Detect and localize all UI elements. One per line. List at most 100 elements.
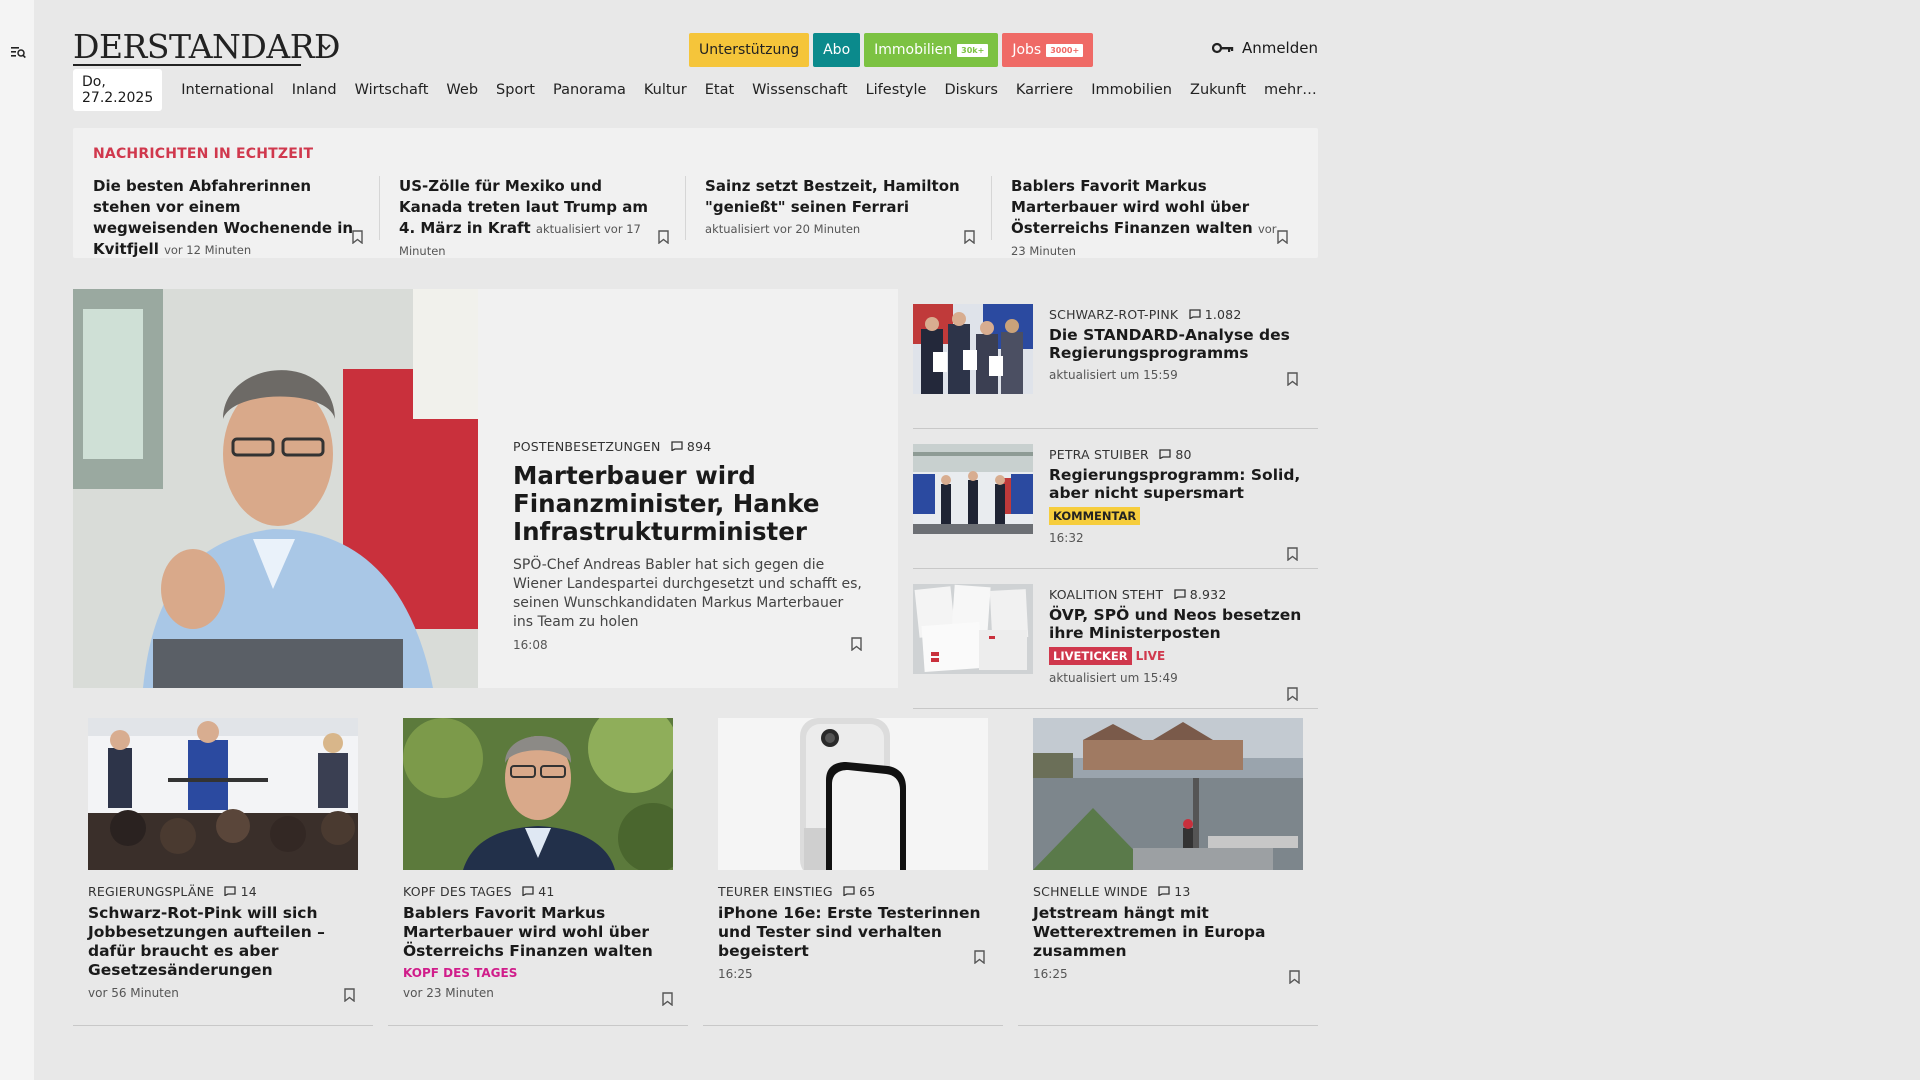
nav-diskurs[interactable]: Diskurs: [944, 82, 997, 98]
nav-panorama[interactable]: Panorama: [553, 82, 626, 98]
article-card-time: 16:25: [718, 967, 753, 981]
side-article-time: aktualisiert um 15:49: [1049, 671, 1178, 685]
comment-icon: [671, 441, 683, 452]
chevron-down-icon[interactable]: [319, 40, 333, 54]
article-card[interactable]: TEURER EINSTIEG 65 iPhone 16e: Erste Tes…: [703, 718, 1003, 1026]
ticker-item[interactable]: Sainz setzt Bestzeit, Hamilton "genießt"…: [705, 176, 993, 244]
article-card-title[interactable]: Bablers Favorit Markus Marterbauer wird …: [403, 904, 673, 961]
side-article-title[interactable]: Regierungsprogramm: Solid, aber nicht su…: [1049, 466, 1314, 502]
side-article-text: KOALITION STEHT 8.932 ÖVP, SPÖ und Neos …: [1049, 587, 1314, 685]
login-button[interactable]: Anmelden: [1211, 39, 1318, 57]
login-label: Anmelden: [1241, 39, 1318, 57]
nav-immobilien[interactable]: Immobilien: [1091, 82, 1172, 98]
article-card[interactable]: SCHNELLE WINDE 13 Jetstream hängt mit We…: [1018, 718, 1318, 1026]
side-article-text: PETRA STUIBER 80 Regierungsprogramm: Sol…: [1049, 447, 1314, 545]
nav-wirtschaft[interactable]: Wirtschaft: [355, 82, 429, 98]
side-article-image[interactable]: [913, 444, 1033, 534]
hero-image[interactable]: [73, 289, 478, 688]
comment-count[interactable]: 8.932: [1173, 587, 1227, 602]
ticker-item-time: vor 12 Minuten: [164, 243, 252, 257]
comment-count[interactable]: 1.082: [1188, 307, 1242, 322]
ticker-item[interactable]: Die besten Abfahrerinnen stehen vor eine…: [93, 176, 381, 258]
nav-inland[interactable]: Inland: [292, 82, 337, 98]
bookmark-icon[interactable]: [964, 230, 975, 244]
comment-icon: [1188, 309, 1201, 320]
comment-count[interactable]: 65: [843, 884, 876, 899]
comment-count[interactable]: 14: [224, 884, 257, 899]
side-article-title[interactable]: Die STANDARD-Analyse des Regierungsprogr…: [1049, 326, 1314, 362]
nav-sport[interactable]: Sport: [496, 82, 535, 98]
current-date: Do, 27.2.2025: [73, 69, 163, 111]
nav-web[interactable]: Web: [446, 82, 478, 98]
bookmark-icon[interactable]: [1277, 230, 1288, 244]
hero-title[interactable]: Marterbauer wird Finanzminister, Hanke I…: [513, 462, 864, 546]
comment-icon: [224, 886, 237, 897]
ticker-item[interactable]: Bablers Favorit Markus Marterbauer wird …: [1011, 176, 1298, 258]
side-article-image[interactable]: [913, 584, 1033, 674]
nav-more[interactable]: mehr…: [1264, 82, 1317, 98]
chip-jobs[interactable]: Jobs 3000+: [1002, 33, 1094, 67]
side-kicker: PETRA STUIBER 80: [1049, 447, 1314, 462]
article-card-title[interactable]: Schwarz-Rot-Pink will sich Jobbesetzunge…: [88, 904, 358, 980]
article-card-image[interactable]: [403, 718, 673, 870]
bookmark-icon[interactable]: [658, 230, 669, 244]
bookmark-icon[interactable]: [352, 230, 363, 244]
bookmark-icon[interactable]: [851, 637, 862, 651]
bookmark-icon[interactable]: [344, 988, 355, 1002]
bookmark-icon[interactable]: [662, 992, 673, 1006]
nav-lifestyle[interactable]: Lifestyle: [866, 82, 927, 98]
ticker-list: Die besten Abfahrerinnen stehen vor eine…: [93, 176, 1298, 258]
chip-unterstuetzung[interactable]: Unterstützung: [689, 33, 810, 67]
side-article[interactable]: KOALITION STEHT 8.932 ÖVP, SPÖ und Neos …: [913, 569, 1318, 709]
bookmark-icon[interactable]: [1287, 547, 1298, 561]
kicker-label: REGIERUNGSPLÄNE: [88, 884, 215, 899]
bookmark-icon[interactable]: [1289, 970, 1300, 984]
bookmark-icon[interactable]: [974, 950, 985, 964]
kicker-label: SCHWARZ-ROT-PINK: [1049, 307, 1179, 322]
kicker-label: SCHNELLE WINDE: [1033, 884, 1148, 899]
side-article[interactable]: SCHWARZ-ROT-PINK 1.082 Die STANDARD-Anal…: [913, 289, 1318, 429]
comment-count[interactable]: 80: [1159, 447, 1192, 462]
article-card-image[interactable]: [88, 718, 358, 870]
nav-karriere[interactable]: Karriere: [1016, 82, 1073, 98]
nav-zukunft[interactable]: Zukunft: [1190, 82, 1246, 98]
side-article-title[interactable]: ÖVP, SPÖ und Neos besetzen ihre Minister…: [1049, 606, 1314, 642]
site-logo[interactable]: DERSTANDARD: [73, 27, 341, 66]
article-card-image[interactable]: [1033, 718, 1303, 870]
article-card[interactable]: REGIERUNGSPLÄNE 14 Schwarz-Rot-Pink will…: [73, 718, 373, 1026]
chip-abo[interactable]: Abo: [813, 33, 861, 67]
search-menu-icon[interactable]: [10, 44, 26, 60]
hero-article[interactable]: POSTENBESETZUNGEN 894 Marterbauer wird F…: [73, 289, 898, 688]
side-article[interactable]: PETRA STUIBER 80 Regierungsprogramm: Sol…: [913, 429, 1318, 569]
article-card-image[interactable]: [718, 718, 988, 870]
article-card-title[interactable]: Jetstream hängt mit Wetterextremen in Eu…: [1033, 904, 1303, 961]
nav-etat[interactable]: Etat: [705, 82, 734, 98]
article-card[interactable]: KOPF DES TAGES 41 Bablers Favorit Markus…: [388, 718, 688, 1026]
ticker-item-title[interactable]: Bablers Favorit Markus Marterbauer wird …: [1011, 177, 1253, 237]
side-article-image[interactable]: [913, 304, 1033, 394]
hero-body: POSTENBESETZUNGEN 894 Marterbauer wird F…: [478, 289, 898, 688]
article-card-title[interactable]: iPhone 16e: Erste Testerinnen und Tester…: [718, 904, 988, 961]
ticker-item-title[interactable]: Sainz setzt Bestzeit, Hamilton "genießt"…: [705, 177, 960, 216]
comment-count[interactable]: 894: [671, 439, 712, 454]
bookmark-icon[interactable]: [1287, 372, 1298, 386]
kicker-label: TEURER EINSTIEG: [718, 884, 833, 899]
bookmark-icon[interactable]: [1287, 687, 1298, 701]
comment-count[interactable]: 41: [522, 884, 555, 899]
chip-immobilien[interactable]: Immobilien 30k+: [864, 33, 999, 67]
nav-international[interactable]: International: [181, 82, 274, 98]
kicker-label: KOALITION STEHT: [1049, 587, 1164, 602]
nav-kultur[interactable]: Kultur: [644, 82, 687, 98]
comment-count-value: 14: [240, 884, 257, 899]
kicker-label: POSTENBESETZUNGEN: [513, 439, 661, 454]
comment-icon: [1158, 886, 1170, 897]
page-wrapper: DERSTANDARD Unterstützung Abo Immobilien…: [73, 0, 1318, 1026]
ticker-item[interactable]: US-Zölle für Mexiko und Kanada treten la…: [399, 176, 687, 258]
side-article-text: SCHWARZ-ROT-PINK 1.082 Die STANDARD-Anal…: [1049, 307, 1314, 382]
comment-count-value: 41: [538, 884, 555, 899]
chip-label: Abo: [823, 42, 851, 58]
comment-count[interactable]: 13: [1158, 884, 1191, 899]
ticker-heading: NACHRICHTEN IN ECHTZEIT: [93, 146, 314, 162]
live-indicator: LIVE: [1135, 649, 1166, 663]
nav-wissenschaft[interactable]: Wissenschaft: [752, 82, 847, 98]
